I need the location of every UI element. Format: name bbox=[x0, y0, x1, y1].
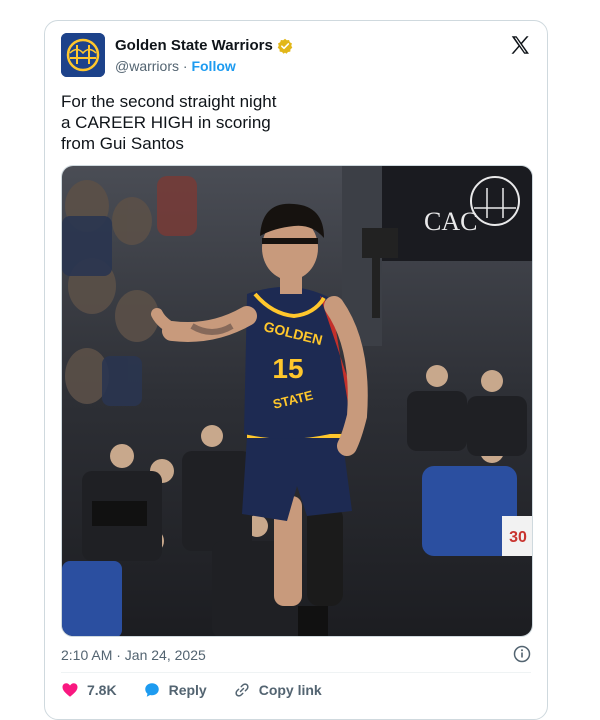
handle-row: @warriors · Follow bbox=[115, 58, 236, 74]
verified-badge-icon bbox=[277, 38, 293, 54]
account-name-row: Golden State Warriors bbox=[115, 37, 293, 54]
like-button[interactable]: 7.8K bbox=[61, 681, 117, 699]
player-photo-illustration: 30 CAC GOLDEN 15 STATE bbox=[62, 166, 532, 636]
like-count: 7.8K bbox=[87, 682, 117, 698]
reply-button[interactable]: Reply bbox=[143, 681, 207, 699]
tweet-timestamp[interactable]: 2:10 AM · Jan 24, 2025 bbox=[61, 647, 206, 663]
copy-link-label: Copy link bbox=[258, 682, 322, 698]
link-icon bbox=[235, 683, 249, 697]
tweet-card: Golden State Warriors @warriors · Follow… bbox=[44, 20, 548, 720]
info-icon[interactable] bbox=[513, 645, 531, 663]
action-bar: 7.8K Reply Copy link bbox=[61, 681, 322, 699]
divider bbox=[61, 672, 531, 673]
tweet-photo[interactable]: 30 CAC GOLDEN 15 STATE bbox=[61, 165, 533, 637]
handle-separator: · bbox=[182, 58, 188, 74]
copy-link-button[interactable]: Copy link bbox=[233, 681, 322, 699]
speech-bubble-icon bbox=[144, 683, 159, 697]
tweet-text: For the second straight night a CAREER H… bbox=[61, 92, 277, 153]
follow-button[interactable]: Follow bbox=[191, 58, 235, 74]
reply-label: Reply bbox=[168, 682, 207, 698]
account-name[interactable]: Golden State Warriors bbox=[115, 37, 273, 54]
jersey-number: 15 bbox=[272, 353, 303, 384]
arena-sign-text: CAC bbox=[424, 207, 477, 236]
heart-icon bbox=[62, 683, 78, 697]
x-logo-icon[interactable] bbox=[509, 34, 531, 56]
bridge-logo-icon bbox=[61, 33, 105, 77]
courtside-jersey-number: 30 bbox=[509, 529, 527, 546]
account-handle[interactable]: @warriors bbox=[115, 58, 179, 74]
warriors-logo-avatar[interactable] bbox=[61, 33, 105, 77]
